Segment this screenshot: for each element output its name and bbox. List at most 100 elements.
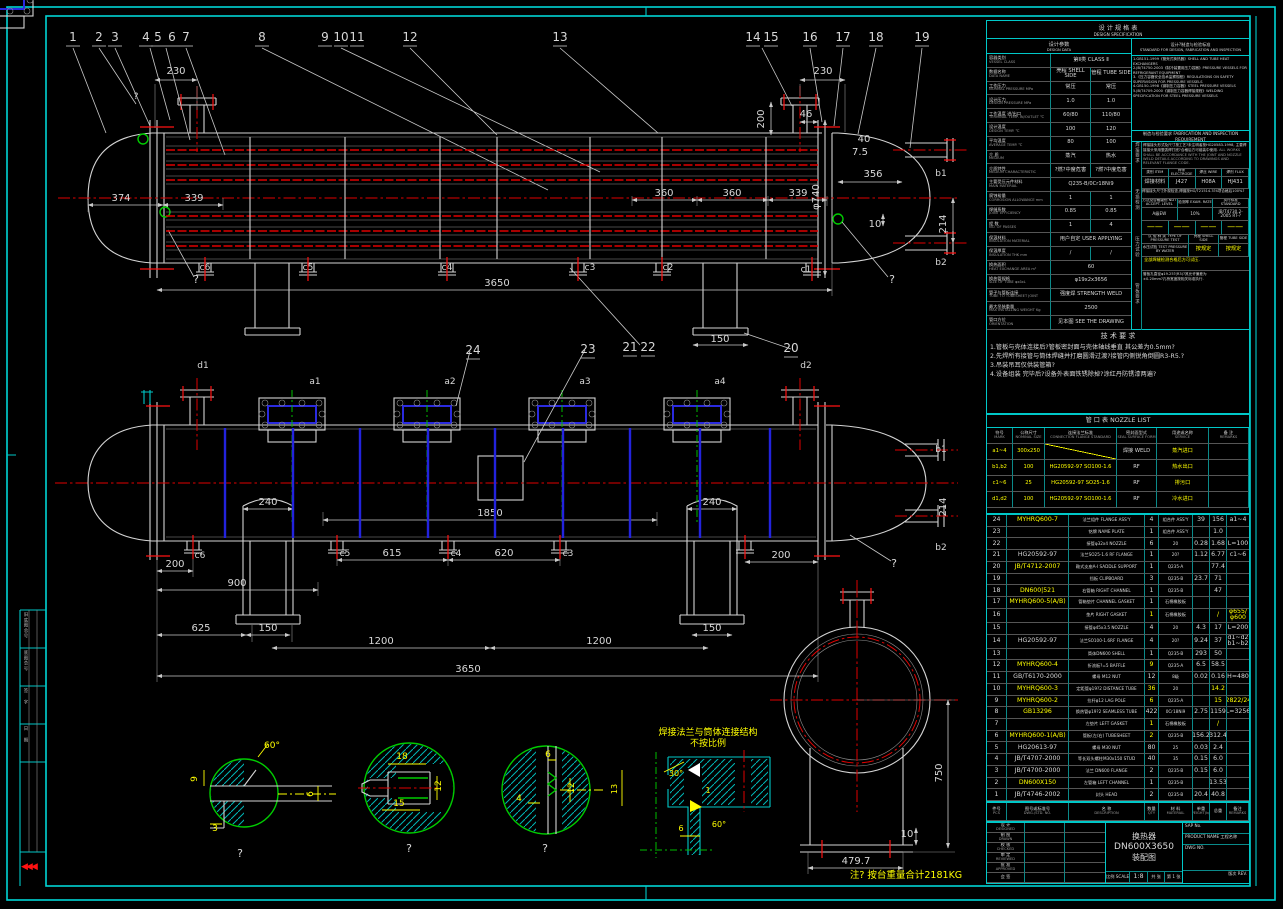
- mini-cell: JB/T4730.2-2005 RT-?: [1213, 208, 1249, 221]
- balloon-number: 14: [745, 30, 760, 44]
- bom-cell: 20: [987, 562, 1007, 574]
- bom-cell: Q235-A: [1159, 562, 1193, 574]
- spec-label: 介 质MEDIUM: [987, 151, 1051, 165]
- ndt-values: A级EW10%JB/T4730.2-2005 RT-?: [1142, 208, 1249, 221]
- spec-label: 数据名称DATA NAME: [987, 68, 1051, 82]
- bom-cell: [1193, 562, 1210, 574]
- nozzle-row: c1~625HG20592-97 SO25-1.6RF排污口: [987, 476, 1249, 492]
- bom-row: 11GB/T6170-2000螺母 M12 NUT128级0.020.16H=4…: [987, 672, 1249, 684]
- bom-cell: 右管箱 RIGHT CHANNEL: [1069, 585, 1145, 597]
- bom-cell: 40: [1145, 754, 1159, 766]
- bom-cell: 组合件 ASS'Y: [1159, 515, 1193, 527]
- test-value-row: 水压试验 TEST PRESSURE BY WATER 按规定 按规定: [1142, 244, 1249, 257]
- nozzle-header: 用途或名称SERVICE: [1157, 428, 1209, 444]
- spec-label: 设计压力DESIGN PRESSURE MPa: [987, 95, 1051, 109]
- spec-row: 换热管规格SIZE OF TUBE φxδxLφ19x2x3656: [987, 275, 1131, 289]
- dim-text: 1200: [368, 636, 393, 647]
- bom-cell: 11: [987, 672, 1007, 684]
- bom-row: 14HG20592-97法兰SO100-1.6RF FLANGE420?9.24…: [987, 635, 1249, 649]
- sheets-label: 共 张: [1148, 872, 1166, 883]
- spec-row: 换热面积HEAT EXCHANGE AREA m²60: [987, 261, 1131, 275]
- nozzle-cell: [1209, 460, 1249, 476]
- margin-label: 旧底图总号: [22, 612, 28, 646]
- sheet-no: 第 1 张: [1165, 872, 1182, 883]
- bom-cell: 36: [1145, 684, 1159, 696]
- nozzle-header: 符号MARK: [987, 428, 1013, 444]
- nozzle-cell: RF: [1117, 476, 1157, 492]
- balloon-number: 7: [182, 30, 190, 44]
- bom-cell: L=3256: [1227, 707, 1249, 719]
- dim-text: 374: [111, 193, 130, 204]
- bom-cell: 1.12: [1193, 550, 1210, 562]
- bom-cell: 左垫片 LEFT GASKET: [1069, 719, 1145, 731]
- nozzle-cell: HG20592-97 SO100-1.6: [1045, 460, 1117, 476]
- standard-line: 1.GB151-1999《管壳式换热器》SHELL AND TUBE HEAT …: [1133, 57, 1248, 66]
- bom-cell: 0.02: [1193, 672, 1210, 684]
- bom-cell: φ655/φ600: [1227, 609, 1249, 623]
- sign-label: 会 签: [987, 873, 1025, 883]
- bom-cell: L=200: [1227, 623, 1249, 635]
- bom-cell: 1: [987, 789, 1007, 801]
- bom-cell: 156: [1210, 515, 1227, 527]
- nozzle-row: b1,b2100HG20592-97 SO100-1.6RF热水出口: [987, 460, 1249, 476]
- scale-value: 1:8: [1130, 872, 1148, 883]
- sign-label: 审 定REVIEWED: [987, 853, 1025, 863]
- nozzle-header: 备 注REMARKS: [1209, 428, 1249, 444]
- nozzle-header-en: MARK: [994, 436, 1004, 440]
- dim-text: 6: [306, 791, 316, 797]
- balloon-number: 22: [640, 340, 655, 354]
- balloon-number: 15: [763, 30, 778, 44]
- nozzle-header-en: SEAL SURFACE FORM: [1117, 436, 1155, 440]
- dim-text: 18: [396, 752, 408, 762]
- dwg-info-block: SAP No. PRODUCT NAME 工程名称 DWG NO. 版次 REV…: [1183, 823, 1249, 883]
- nozzle-header-en: CONNECTION FLANGE STANDARD: [1050, 436, 1111, 440]
- spec-value-tube: 100: [1091, 137, 1131, 151]
- dim-text: b1: [935, 445, 946, 455]
- bom-cell: 4: [987, 754, 1007, 766]
- spec-label: 工作压力NORMAL PRESSURE MPa: [987, 82, 1051, 96]
- balloon-number: 17: [835, 30, 850, 44]
- bom-header: 件号PCS图号或标准号DWG./STD. NO.名 称DESCRIPTION数量…: [986, 802, 1250, 822]
- bom-row: 20JB/T4712-2007鞍式支座A-Ⅰ SADDLE SUPPORT1Q2…: [987, 562, 1249, 574]
- bom-header-cell: 名 称DESCRIPTION: [1069, 803, 1145, 821]
- bom-cell: 0.15: [1193, 766, 1210, 778]
- dim-text: ?: [542, 842, 548, 855]
- bom-cell: [1193, 696, 1210, 708]
- sign-label-en: DESIGNED: [996, 828, 1015, 832]
- spec-label: 管口方位ORIENTATION: [987, 316, 1051, 330]
- spec-row: 介质特性MEDIUM CHARACTERISTIC?燃?中度危害?燃?中度危害: [987, 164, 1131, 178]
- spec-label-en: MEDIUM CHARACTERISTIC: [989, 171, 1036, 175]
- bom-row: 2DN600X150左管箱 LEFT CHANNEL1Q235-B13.53: [987, 778, 1249, 790]
- sign-row: 批 准APPROVED: [987, 863, 1105, 873]
- balloon-number: 4: [142, 30, 150, 44]
- nameplate-outline: [478, 456, 523, 500]
- bom-cell: 螺母 M12 NUT: [1069, 672, 1145, 684]
- bom-cell: 铭牌 NAME PLATE: [1069, 527, 1145, 539]
- mini-cell: 焊剂 FLUX: [1222, 169, 1249, 177]
- weld-detail-mark-3: [833, 214, 843, 224]
- design-spec-title-cn: 设 计 规 格 表: [1099, 23, 1138, 32]
- nozzle-headers: 符号MARK公称尺寸NOMINAL SIZE连接法兰标准CONNECTION F…: [987, 428, 1249, 444]
- bom-cell: 鞍式支座A-Ⅰ SADDLE SUPPORT: [1069, 562, 1145, 574]
- product-model: DN600X3650: [1106, 842, 1182, 852]
- bom-row: 18DN600|521右管箱 RIGHT CHANNEL1Q235-B47: [987, 585, 1249, 597]
- standard-line: 2.JB/T4750-2003《制冷装置用压力容器》PRESSURE VESSE…: [1133, 66, 1248, 75]
- spec-label: 主要受压元件材料MAIN MATERIAL: [987, 178, 1051, 192]
- margin-label: 日 期: [22, 726, 28, 760]
- bom-cell: 40.8: [1210, 789, 1227, 801]
- test-value-1: 按规定: [1189, 244, 1219, 257]
- bom-header-cn: 总重: [1214, 809, 1222, 813]
- bom-header-row: 件号PCS图号或标准号DWG./STD. NO.名 称DESCRIPTION数量…: [987, 803, 1249, 821]
- nozzle-cell: d1,d2: [987, 492, 1013, 508]
- dim-text: 240: [258, 497, 277, 508]
- dim-text: 356: [863, 169, 882, 180]
- dim-text: 150: [258, 623, 277, 634]
- sign-name-cell: [1025, 863, 1065, 873]
- rect-nozzle: [0, 0, 33, 28]
- spec-label: 介质特性MEDIUM CHARACTERISTIC: [987, 164, 1051, 178]
- spec-label: 程 数NO. OF PASSES: [987, 220, 1051, 234]
- bom-cell: 9: [1145, 660, 1159, 672]
- nozzle-header-en: NOMINAL SIZE: [1015, 436, 1041, 440]
- bom-cell: [1193, 527, 1210, 539]
- dim-text: ?: [237, 847, 243, 860]
